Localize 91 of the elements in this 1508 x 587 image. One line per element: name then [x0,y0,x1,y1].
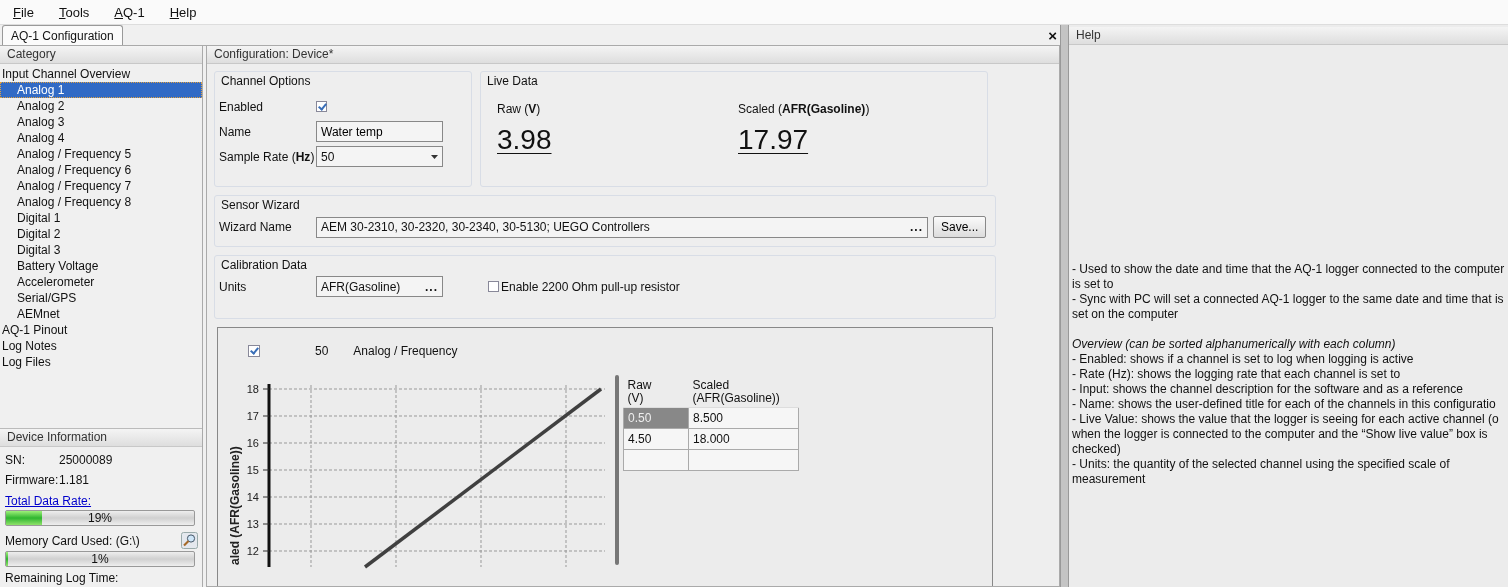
checkbox[interactable] [316,101,327,112]
help-text: - Used to show the date and time that the AQ-1 logger connected to the computer [1072,262,1506,277]
column-header: Scaled (AFR(Gasoline)) [688,377,799,408]
panel-header: Category [0,46,202,64]
group-title: Channel Options [221,74,311,88]
panel-header: Device Information [0,429,202,447]
tab[interactable]: AQ-1 Configuration [2,25,123,45]
menu-item[interactable]: Help [156,4,209,20]
panel-header: Configuration: Device* [207,46,1059,64]
help-text: - Units: the quantity of the selected channel using the specified scale of [1072,457,1451,472]
caret-icon [431,154,438,159]
checkbox[interactable] [248,345,260,357]
menu-item[interactable]: Tools [45,4,102,20]
memory-card-label: Memory Card Used: (G:\) [5,533,140,548]
tree-item[interactable]: Battery Voltage [0,258,202,274]
group-title: Calibration Data [221,258,308,272]
splitter-handle[interactable] [615,375,619,565]
checkbox-label: Enable 2200 Ohm pull-up resistor [501,279,680,294]
tree-item[interactable]: Log Files [0,354,202,370]
tree-item[interactable]: Analog / Frequency 8 [0,194,202,210]
table-cell: 0.50 [623,407,689,429]
remaining-log-time-label: Remaining Log Time: [5,571,120,585]
help-text: - Name: shows the user-defined title for each of the channels in this configuratio [1072,397,1497,412]
y-tick-label: 13 [246,518,259,530]
tree-item[interactable]: Accelerometer [0,274,202,290]
tree-item[interactable]: Input Channel Overview [0,66,202,82]
field-label: Wizard Name [219,220,293,234]
tree-item[interactable]: Log Notes [0,338,202,354]
tree-item[interactable]: AEMnet [0,306,202,322]
help-heading: Overview (can be sorted alphanumerically with each column) [1072,337,1397,352]
tree-item[interactable]: AQ-1 Pinout [0,322,202,338]
checkbox[interactable] [488,281,499,292]
sample-rate-dropdown[interactable]: 50 [316,146,443,167]
help-text: is set to [1072,277,1115,292]
rate-text: 50 [315,344,329,358]
field-label: Firmware: [5,473,59,487]
tree-item[interactable]: Analog / Frequency 7 [0,178,202,194]
help-text: - Input: shows the channel description for the software and as a reference [1072,382,1464,397]
menu-item[interactable]: AQ-1 [101,4,157,20]
progress-reading: 19% [87,511,113,525]
tree-item[interactable]: Analog 1 [0,82,202,98]
tree-item[interactable]: Analog / Frequency 5 [0,146,202,162]
y-tick-label: 17 [246,410,259,422]
y-tick-label: 16 [246,437,259,449]
field-value: 25000089 [59,453,113,467]
help-text: measurement [1072,472,1147,487]
total-data-rate-link[interactable]: Total Data Rate: [5,494,92,508]
help-text: - Rate (Hz): shows the logging rate that each channel is set to [1072,367,1402,382]
tree-item[interactable]: Digital 2 [0,226,202,242]
name-field[interactable]: Water temp [316,121,443,142]
tree-item[interactable]: Analog 2 [0,98,202,114]
tree-item[interactable]: Digital 1 [0,210,202,226]
tree-item[interactable]: Analog 4 [0,130,202,146]
tree-item[interactable]: Analog 3 [0,114,202,130]
reading-value: 3.98 [497,124,552,156]
reading-label: Raw (V) [497,102,542,116]
column-header: Raw (V) [623,377,689,408]
help-text: - Sync with PC will set a connected AQ-1 logger to the same date and time that is [1072,292,1505,307]
y-tick-label: 14 [246,491,259,503]
reading-label: Scaled (AFR(Gasoline)) [738,102,871,116]
units-field[interactable]: AFR(Gasoline) ... [316,276,443,297]
tree-item[interactable]: Analog / Frequency 6 [0,162,202,178]
field-label: Units [219,279,248,294]
y-axis-label: aled (AFR(Gasoline)) [228,446,242,565]
panel-header: Help [1069,27,1508,45]
help-text: set on the computer [1072,307,1180,322]
group-title: Live Data [487,74,538,88]
table-cell: 4.50 [623,428,689,450]
tree-item[interactable]: Serial/GPS [0,290,202,306]
field-label: Enabled [219,99,265,114]
help-text: - Live Value: shows the value that the logger is seeing for each active channel (o [1072,412,1500,427]
save-button[interactable]: Save... [933,216,987,238]
y-tick-label: 18 [246,383,259,395]
tree-item[interactable]: Digital 3 [0,242,202,258]
help-text: when the logger is connected to the computer and the “Show live value” box is [1072,427,1489,442]
field-label: Sample Rate (Hz) [219,149,316,164]
y-tick-label: 12 [246,545,259,557]
menu-item[interactable]: File [0,4,46,20]
search-icon[interactable] [181,532,198,549]
reading-value: 17.97 [738,124,809,156]
wizard-name-field[interactable]: AEM 30-2310, 30-2320, 30-2340, 30-5130; UEGO Controllers ... [316,216,928,238]
field-label: SN: [5,453,26,467]
progress-reading: 1% [90,552,110,566]
close-button[interactable]: × [1048,29,1057,43]
y-tick-label: 15 [246,464,259,476]
input-text: Analog / Frequency [353,344,458,358]
help-text: - Enabled: shows if a channel is set to log when logging is active [1072,352,1415,367]
field-value: 1.181 [59,473,90,487]
help-text: checked) [1072,442,1122,457]
field-label: Name [219,124,252,139]
group-title: Sensor Wizard [221,198,300,212]
